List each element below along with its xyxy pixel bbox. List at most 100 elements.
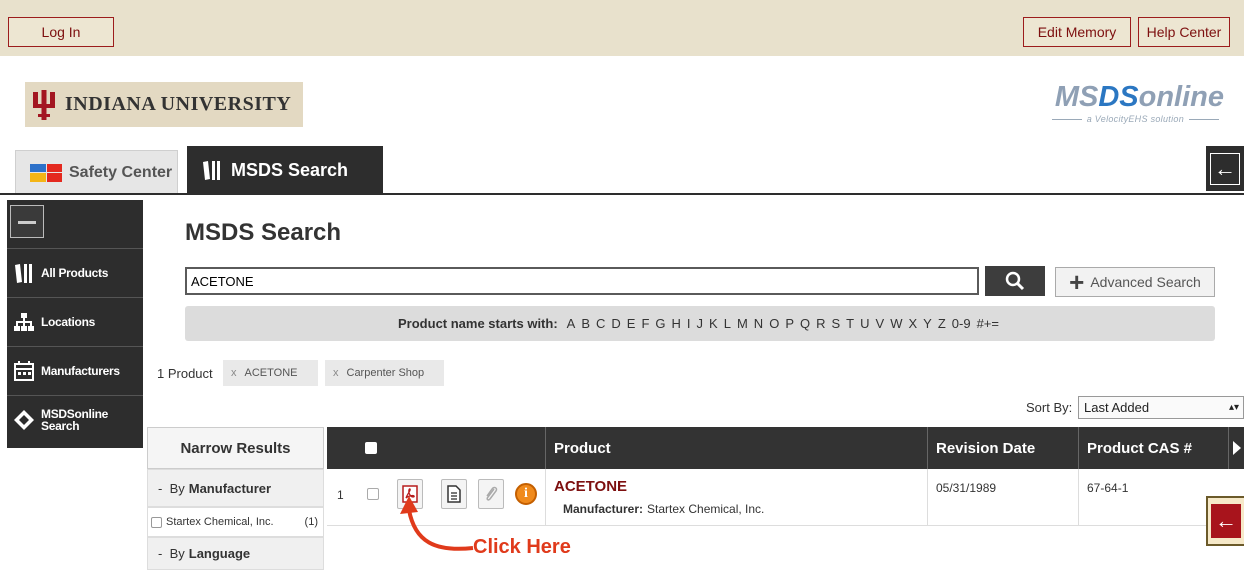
letter-filter-u[interactable]: U xyxy=(860,316,869,331)
letter-filter-o[interactable]: O xyxy=(769,316,779,331)
letter-filter-d[interactable]: D xyxy=(611,316,620,331)
letter-filter-x[interactable]: X xyxy=(908,316,917,331)
product-manufacturer: Manufacturer: Startex Chemical, Inc. xyxy=(563,502,765,516)
letter-filter-n[interactable]: N xyxy=(754,316,763,331)
tab-safety-center[interactable]: Safety Center xyxy=(15,150,178,194)
attachment-button[interactable] xyxy=(478,479,504,509)
letter-filter-g[interactable]: G xyxy=(655,316,665,331)
books-icon xyxy=(203,161,220,180)
info-icon[interactable]: i xyxy=(515,483,537,505)
sidebar-item-msdsonline-search[interactable]: MSDSonline Search xyxy=(7,395,143,444)
column-product[interactable]: Product xyxy=(545,427,927,469)
arrow-left-icon: ← xyxy=(1210,152,1240,185)
alphabet-filter: Product name starts with: ABCDEFGHIJKLMN… xyxy=(185,306,1215,341)
advanced-search-button[interactable]: + Advanced Search xyxy=(1055,267,1215,297)
edit-memory-button[interactable]: Edit Memory xyxy=(1023,17,1131,47)
remove-filter-icon[interactable]: x xyxy=(231,367,237,379)
sidebar-item-label: Manufacturers xyxy=(41,364,120,378)
sidebar-item-label: All Products xyxy=(41,266,109,280)
sidebar: All Products Locations Manufacturers MSD… xyxy=(7,200,143,448)
sidebar-item-label: MSDSonline Search xyxy=(41,407,109,433)
letter-filter-q[interactable]: Q xyxy=(800,316,810,331)
search-button[interactable] xyxy=(985,266,1045,296)
select-all-checkbox-cell[interactable] xyxy=(327,427,545,469)
letter-filter-b[interactable]: B xyxy=(581,316,590,331)
sidebar-item-manufacturers[interactable]: Manufacturers xyxy=(7,346,143,395)
top-bar: Log In Edit Memory Help Center xyxy=(0,0,1244,56)
letter-filter-s[interactable]: S xyxy=(832,316,841,331)
results-table-header: Product Revision Date Product CAS # xyxy=(327,427,1244,469)
advanced-search-label: Advanced Search xyxy=(1090,274,1201,290)
paperclip-icon xyxy=(486,486,498,501)
letter-filter-l[interactable]: L xyxy=(724,316,731,331)
chip-label: Carpenter Shop xyxy=(346,367,425,379)
letter-filter-y[interactable]: Y xyxy=(923,316,932,331)
letter-filter-0-9[interactable]: 0-9 xyxy=(952,316,971,331)
letter-filter-z[interactable]: Z xyxy=(938,316,946,331)
letter-filter-h[interactable]: H xyxy=(672,316,681,331)
msdsonline-logo[interactable]: MSDSonline a VelocityEHS solution xyxy=(1024,80,1224,124)
brand-online: online xyxy=(1138,81,1224,113)
product-name-link[interactable]: ACETONE xyxy=(554,478,627,495)
indiana-university-logo[interactable]: INDIANA UNIVERSITY xyxy=(25,82,303,127)
letter-filter-i[interactable]: I xyxy=(687,316,691,331)
column-revision-date[interactable]: Revision Date xyxy=(927,427,1078,469)
letter-filter-k[interactable]: K xyxy=(709,316,718,331)
sidebar-item-all-products[interactable]: All Products xyxy=(7,248,143,297)
diamond-logo-icon xyxy=(14,410,34,430)
narrow-results-title: Narrow Results xyxy=(147,427,324,469)
sidebar-collapse-button[interactable] xyxy=(10,205,44,238)
starts-with-label: Product name starts with: xyxy=(398,316,558,331)
arrow-left-icon: ← xyxy=(1211,504,1241,538)
books-icon xyxy=(15,264,32,283)
option-label: Startex Chemical, Inc. xyxy=(166,516,274,528)
column-product-cas[interactable]: Product CAS # xyxy=(1078,427,1228,469)
brand-tagline: a VelocityEHS solution xyxy=(1024,114,1224,124)
product-cell: ACETONE Manufacturer: Startex Chemical, I… xyxy=(545,469,927,526)
expand-row-button[interactable]: ← xyxy=(1206,496,1244,546)
tab-label: MSDS Search xyxy=(231,159,349,180)
collapse-panel-button[interactable]: ← xyxy=(1206,146,1244,191)
revision-date-cell: 05/31/1989 xyxy=(927,469,1078,526)
option-checkbox[interactable] xyxy=(151,516,162,528)
letter-filter-f[interactable]: F xyxy=(641,316,649,331)
sidebar-item-label: Locations xyxy=(41,315,95,329)
click-here-annotation: Click Here xyxy=(473,536,571,558)
narrow-by-manufacturer[interactable]: - By Manufacturer xyxy=(147,469,324,507)
letter-filter-symbols[interactable]: #+= xyxy=(977,316,999,331)
university-name: INDIANA UNIVERSITY xyxy=(65,93,292,115)
letter-filter-j[interactable]: J xyxy=(697,316,704,331)
filter-chip-carpenter-shop[interactable]: x Carpenter Shop xyxy=(325,360,444,386)
sidebar-item-locations[interactable]: Locations xyxy=(7,297,143,346)
factory-icon xyxy=(14,361,34,381)
brand-ds: DS xyxy=(1098,81,1139,113)
filter-chip-acetone[interactable]: x ACETONE xyxy=(223,360,318,386)
click-here-arrow xyxy=(400,496,474,551)
brand-ms: MS xyxy=(1054,81,1099,113)
row-checkbox[interactable] xyxy=(367,488,379,500)
page-title: MSDS Search xyxy=(185,219,342,246)
sort-select[interactable]: Last Added ▴▾ xyxy=(1078,396,1244,419)
narrow-by-language[interactable]: - By Language xyxy=(147,537,324,570)
letter-filter-t[interactable]: T xyxy=(846,316,854,331)
letter-filter-c[interactable]: C xyxy=(596,316,605,331)
cas-value: 67-64-1 xyxy=(1087,481,1129,495)
letter-filter-m[interactable]: M xyxy=(737,316,748,331)
letter-filter-e[interactable]: E xyxy=(627,316,636,331)
letter-filter-a[interactable]: A xyxy=(567,316,576,331)
letter-filter-p[interactable]: P xyxy=(785,316,794,331)
letter-filter-v[interactable]: V xyxy=(876,316,885,331)
login-button[interactable]: Log In xyxy=(8,17,114,47)
help-center-button[interactable]: Help Center xyxy=(1138,17,1230,47)
search-input[interactable] xyxy=(185,267,979,295)
letter-filter-r[interactable]: R xyxy=(816,316,825,331)
tab-msds-search[interactable]: MSDS Search xyxy=(187,146,383,194)
scroll-columns-right[interactable] xyxy=(1228,427,1244,469)
select-all-checkbox[interactable] xyxy=(365,442,377,454)
manufacturer-option[interactable]: Startex Chemical, Inc. (1) xyxy=(147,507,324,537)
row-number: 1 xyxy=(337,488,344,502)
remove-filter-icon[interactable]: x xyxy=(333,367,339,379)
option-count: (1) xyxy=(304,516,318,528)
search-icon xyxy=(1005,271,1025,291)
letter-filter-w[interactable]: W xyxy=(890,316,902,331)
